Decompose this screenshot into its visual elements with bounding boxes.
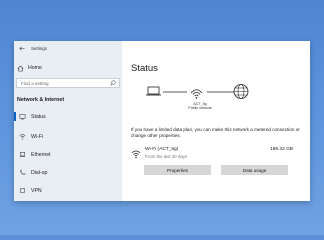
main-content: Status ACT_5g Public network If you have… [122,41,310,201]
network-label: ACT_5g Public network [180,102,220,111]
connection-name: Wi-Fi (ACT_5g) [145,147,179,152]
vpn-icon [19,188,25,193]
home-link[interactable]: Home [17,63,117,73]
globe-icon [19,114,25,120]
back-arrow-icon [19,46,25,50]
window-title: Settings [31,45,47,51]
page-title: Status [131,63,158,74]
sidebar-item-status[interactable]: Status [14,110,122,123]
home-icon [17,65,24,71]
sidebar-item-label: VPN [31,187,42,194]
laptop-icon [146,86,161,96]
data-usage-value: 189.32 GB [270,147,293,152]
sidebar: Settings Home Find a setting Network & I… [14,41,122,201]
internet-globe-icon [233,84,249,99]
sidebar-item-label: Ethernet [31,151,51,158]
home-label: Home [28,65,42,71]
wifi-icon [19,134,25,140]
connection-row: Wi-Fi (ACT_5g) From the last 30 days 189… [131,146,301,162]
sidebar-item-label: Wi-Fi [31,133,44,140]
wifi-signal-icon [190,89,203,99]
section-title: Network & Internet [17,97,65,103]
sidebar-item-vpn[interactable]: VPN [14,184,122,197]
sidebar-item-dial-up[interactable]: Dial-up [14,166,122,179]
search-placeholder: Find a setting [21,80,49,86]
data-usage-button[interactable]: Data usage [221,165,288,175]
settings-window: Settings Home Find a setting Network & I… [14,41,310,201]
properties-button[interactable]: Properties [144,165,211,175]
sidebar-item-label: Dial-up [31,169,48,176]
network-type: Public network [188,106,212,111]
phone-icon [19,169,25,175]
sidebar-item-label: Status [31,113,46,120]
network-diagram: ACT_5g Public network [122,83,310,113]
connection-period: From the last 30 days [145,154,188,159]
search-input[interactable]: Find a setting [16,78,120,88]
ethernet-icon [19,152,25,157]
title-bar: Settings [14,41,122,55]
back-button[interactable] [16,41,28,55]
metered-info-text: If you have a limited data plan, you can… [131,127,300,139]
sidebar-item-ethernet[interactable]: Ethernet [14,148,122,161]
search-icon [110,80,116,86]
wifi-connection-icon [131,150,141,159]
sidebar-item-wifi[interactable]: Wi-Fi [14,130,122,143]
